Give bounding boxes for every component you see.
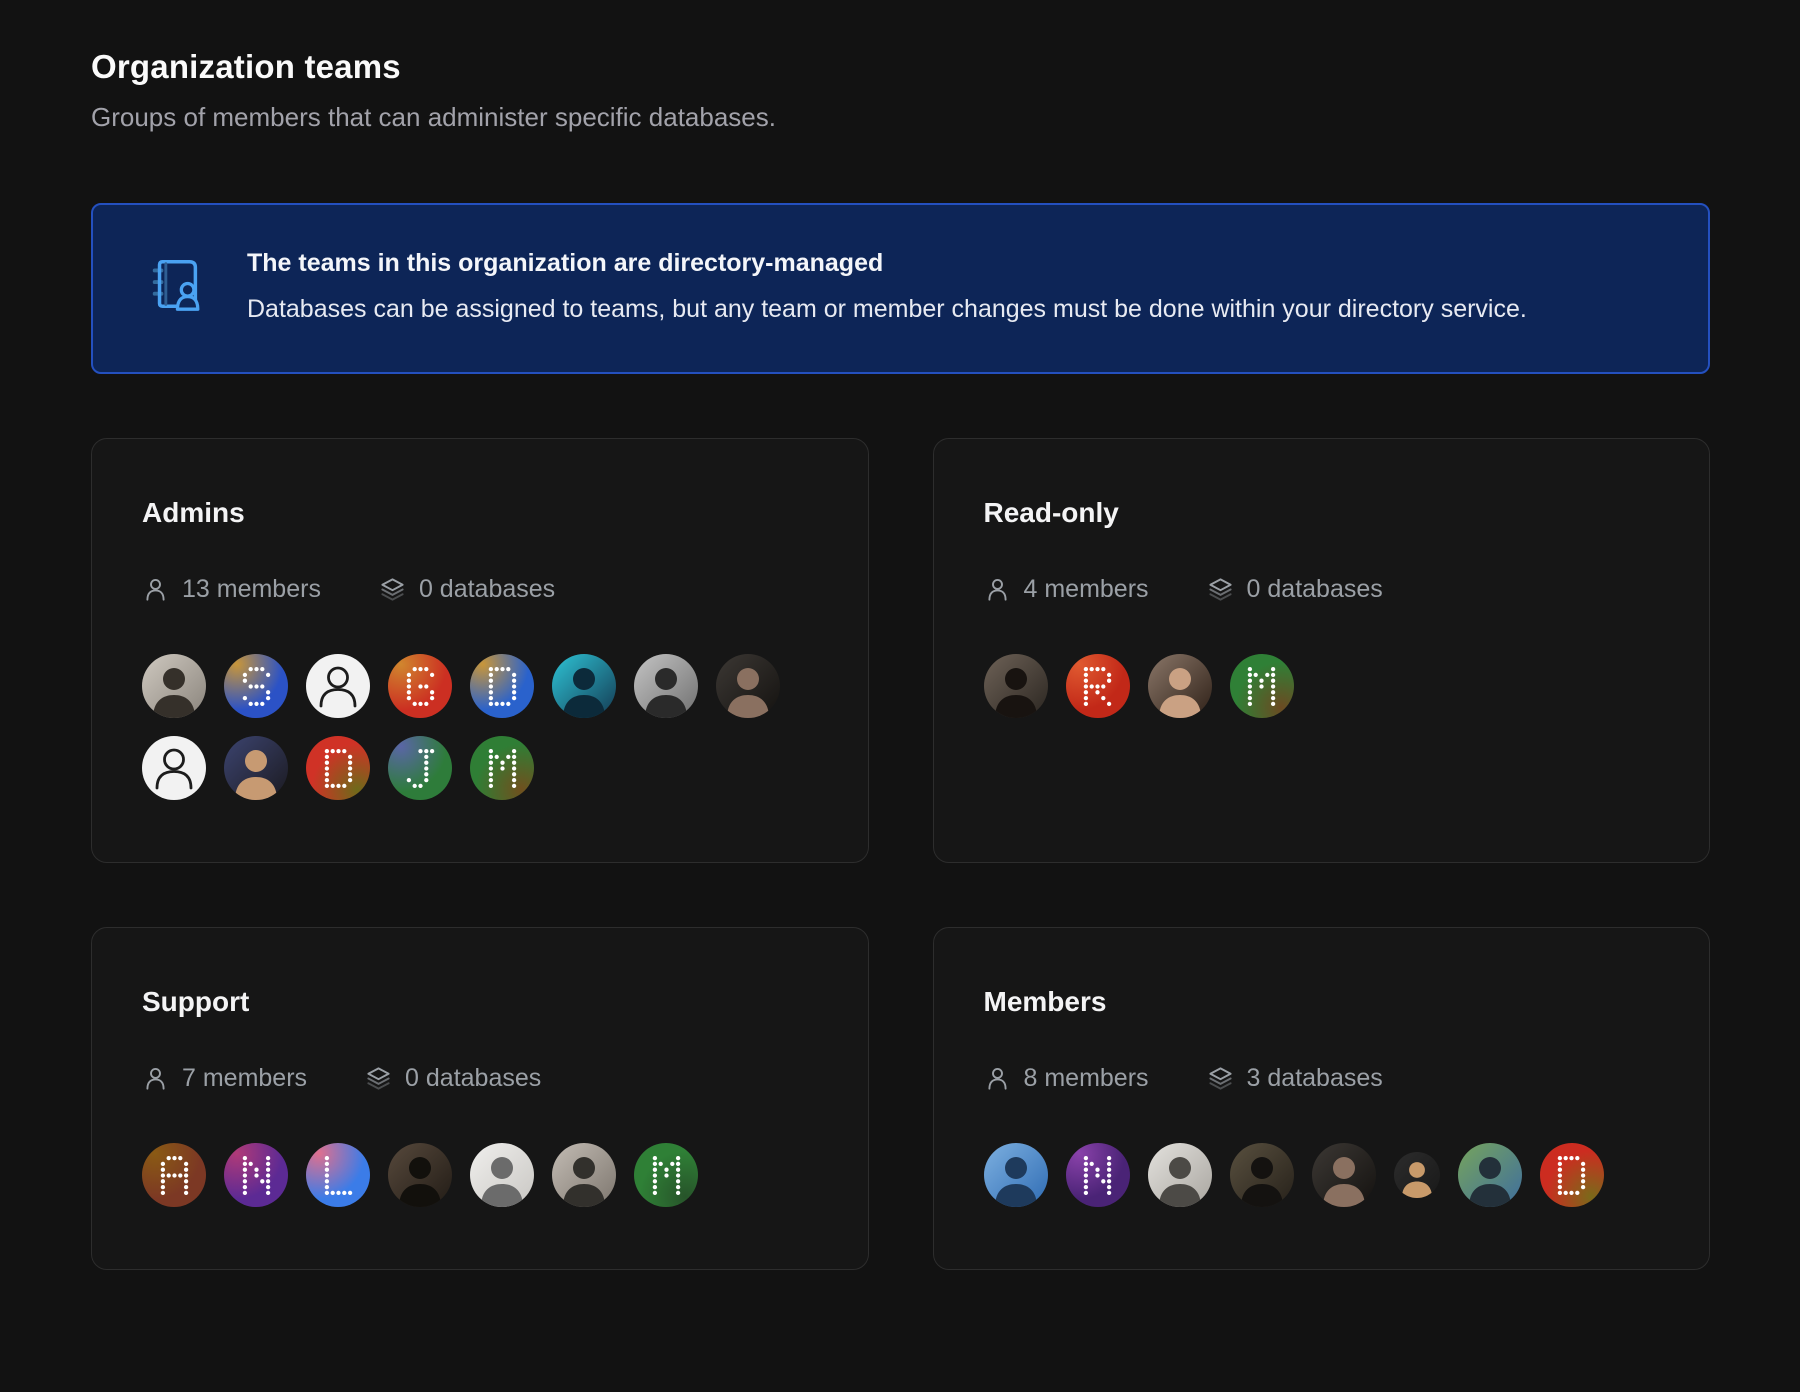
page-subtitle: Groups of members that can administer sp… xyxy=(91,102,1710,133)
letter-avatar xyxy=(1066,654,1130,718)
letter-avatar xyxy=(470,654,534,718)
team-card[interactable]: Members 8 members xyxy=(933,927,1711,1270)
photo-avatar xyxy=(634,654,698,718)
members-count: 4 members xyxy=(1024,575,1149,604)
photo-avatar xyxy=(470,1143,534,1207)
photo-avatar xyxy=(388,1143,452,1207)
photo-avatar xyxy=(552,654,616,718)
person-icon xyxy=(984,576,1011,603)
default-avatar xyxy=(142,736,206,800)
banner-title: The teams in this organization are direc… xyxy=(247,249,1527,278)
default-avatar xyxy=(306,654,370,718)
layers-icon xyxy=(379,576,406,603)
page-title: Organization teams xyxy=(91,48,1710,86)
person-icon xyxy=(142,1065,169,1092)
team-card[interactable]: Read-only 4 members xyxy=(933,438,1711,863)
photo-avatar xyxy=(1148,654,1212,718)
letter-avatar xyxy=(306,1143,370,1207)
databases-count: 0 databases xyxy=(405,1064,541,1093)
letter-avatar xyxy=(1230,654,1294,718)
photo-avatar xyxy=(552,1143,616,1207)
team-stats: 4 members 0 databases xyxy=(984,575,1660,604)
banner-body: Databases can be assigned to teams, but … xyxy=(247,290,1527,328)
letter-avatar xyxy=(634,1143,698,1207)
members-stat: 7 members xyxy=(142,1064,307,1093)
letter-avatar xyxy=(306,736,370,800)
photo-avatar xyxy=(984,1143,1048,1207)
members-count: 8 members xyxy=(1024,1064,1149,1093)
photo-avatar xyxy=(224,736,288,800)
letter-avatar xyxy=(1540,1143,1604,1207)
team-stats: 8 members 3 databases xyxy=(984,1064,1660,1093)
photo-avatar xyxy=(716,654,780,718)
databases-stat: 0 databases xyxy=(379,575,555,604)
members-stat: 13 members xyxy=(142,575,321,604)
avatar-row xyxy=(984,654,1660,718)
databases-count: 0 databases xyxy=(1247,575,1383,604)
organization-teams-page: Organization teams Groups of members tha… xyxy=(0,0,1800,1270)
photo-avatar xyxy=(1394,1152,1440,1198)
teams-grid: Admins 13 members xyxy=(91,438,1710,1270)
address-book-icon xyxy=(145,253,207,315)
databases-count: 0 databases xyxy=(419,575,555,604)
team-stats: 13 members 0 databases xyxy=(142,575,818,604)
photo-avatar xyxy=(1148,1143,1212,1207)
letter-avatar xyxy=(1066,1143,1130,1207)
letter-avatar xyxy=(388,736,452,800)
members-stat: 4 members xyxy=(984,575,1149,604)
databases-stat: 0 databases xyxy=(1207,575,1383,604)
photo-avatar xyxy=(984,654,1048,718)
person-icon xyxy=(142,576,169,603)
directory-managed-banner: The teams in this organization are direc… xyxy=(91,203,1710,374)
members-count: 13 members xyxy=(182,575,321,604)
photo-avatar xyxy=(1458,1143,1522,1207)
layers-icon xyxy=(365,1065,392,1092)
members-stat: 8 members xyxy=(984,1064,1149,1093)
letter-avatar xyxy=(224,1143,288,1207)
databases-stat: 0 databases xyxy=(365,1064,541,1093)
team-name: Read-only xyxy=(984,497,1660,529)
avatar-row xyxy=(984,1143,1660,1207)
team-name: Admins xyxy=(142,497,818,529)
photo-avatar xyxy=(1230,1143,1294,1207)
letter-avatar xyxy=(470,736,534,800)
team-name: Support xyxy=(142,986,818,1018)
photo-avatar xyxy=(1312,1143,1376,1207)
layers-icon xyxy=(1207,576,1234,603)
team-name: Members xyxy=(984,986,1660,1018)
team-card[interactable]: Admins 13 members xyxy=(91,438,869,863)
person-icon xyxy=(984,1065,1011,1092)
photo-avatar xyxy=(142,654,206,718)
letter-avatar xyxy=(388,654,452,718)
avatar-row xyxy=(142,1143,818,1207)
team-stats: 7 members 0 databases xyxy=(142,1064,818,1093)
team-card[interactable]: Support 7 members xyxy=(91,927,869,1270)
databases-stat: 3 databases xyxy=(1207,1064,1383,1093)
databases-count: 3 databases xyxy=(1247,1064,1383,1093)
members-count: 7 members xyxy=(182,1064,307,1093)
banner-text: The teams in this organization are direc… xyxy=(247,249,1527,328)
letter-avatar xyxy=(142,1143,206,1207)
layers-icon xyxy=(1207,1065,1234,1092)
letter-avatar xyxy=(224,654,288,718)
avatar-row xyxy=(142,654,818,800)
